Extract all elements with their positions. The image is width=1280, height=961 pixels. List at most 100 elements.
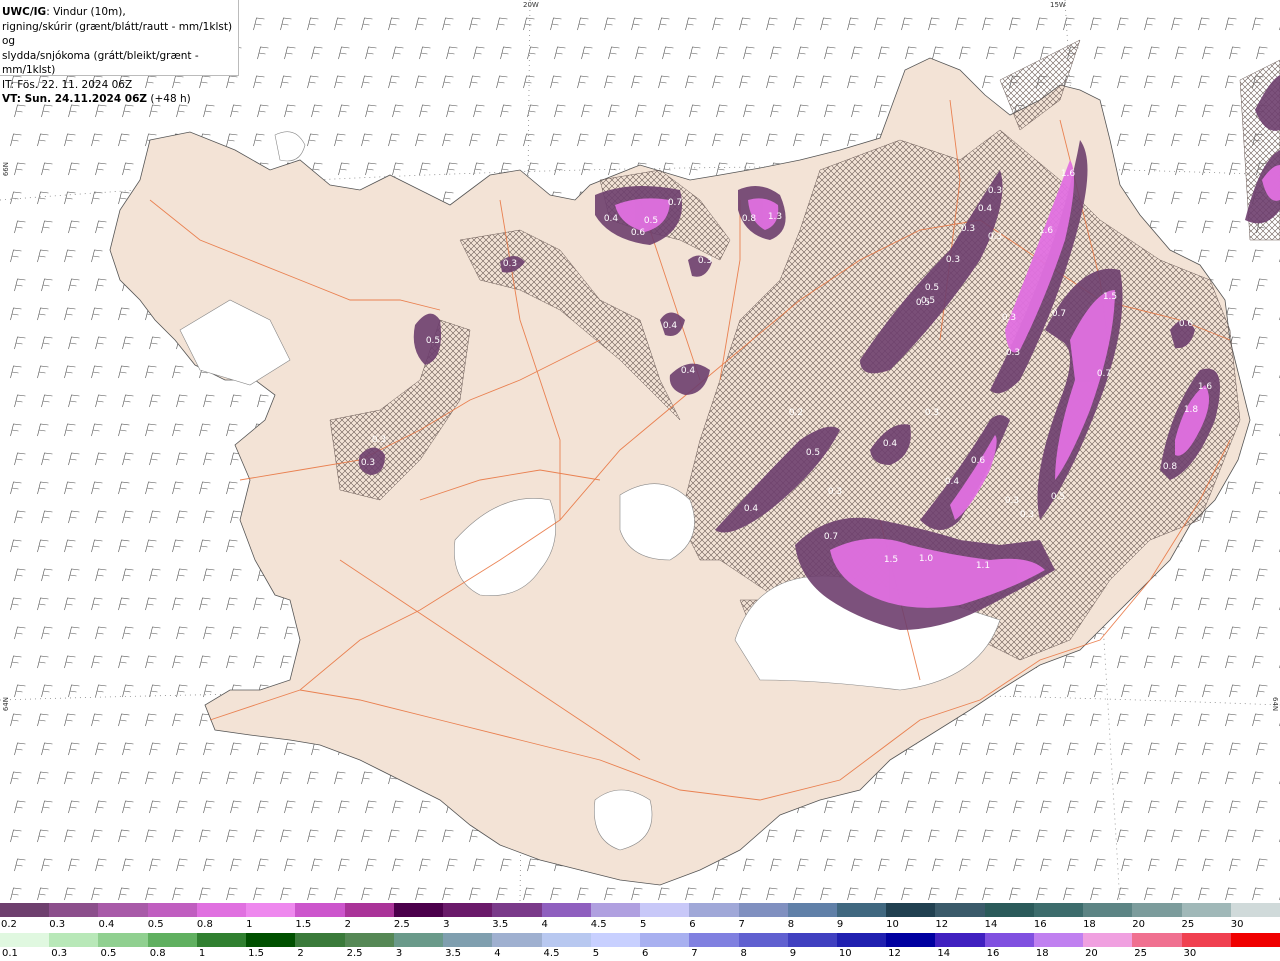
legend-swatch: [886, 903, 936, 917]
legend-swatch: [689, 933, 739, 947]
legend-swatch: [295, 903, 345, 917]
legend-swatch: [0, 903, 50, 917]
legend-label: 6: [642, 948, 649, 959]
valid-time: VT: Sun. 24.11.2024 06Z: [2, 93, 148, 105]
rain-color-scale: [0, 933, 1280, 947]
legend-swatch: [1033, 933, 1084, 947]
legend-swatch: [787, 933, 837, 947]
legend-swatch: [738, 903, 788, 917]
snow-value-label: 0.4: [663, 321, 678, 331]
legend-label: 0.4: [98, 919, 115, 930]
legend-swatch: [689, 903, 739, 917]
snow-value-label: 1.5: [884, 555, 898, 565]
legend-label: 2: [297, 948, 304, 959]
legend-label: 2.5: [346, 948, 363, 959]
snow-value-label: 1.6: [1039, 226, 1054, 236]
legend-swatch: [98, 903, 148, 917]
grid-label-20w: 20W: [523, 1, 539, 9]
legend-label: 18: [1083, 919, 1096, 930]
legend-label: 3: [443, 919, 450, 930]
snow-value-label: 0.4: [681, 366, 696, 376]
snow-value-label: 0.4: [744, 504, 759, 514]
legend-label: 16: [986, 948, 1000, 959]
legend-label: 3.5: [445, 948, 461, 959]
legend-label: 2: [344, 919, 351, 930]
legend-label: 30: [1230, 919, 1244, 930]
legend-swatch: [541, 903, 591, 917]
snow-value-label: 0.3: [1020, 510, 1034, 520]
legend-swatch: [787, 903, 837, 917]
legend-label: 18: [1035, 948, 1049, 959]
legend-swatch: [590, 933, 641, 947]
legend-label: 4.5: [543, 948, 560, 959]
snow-value-label: 1.6: [1061, 169, 1076, 179]
legend-swatch: [984, 903, 1034, 917]
legend-swatch: [1132, 903, 1182, 917]
snow-value-label: 0.4: [883, 439, 898, 449]
legend-label: 0.3: [49, 919, 66, 930]
legend-label: 0.2: [1, 919, 17, 930]
legend-label: 25: [1134, 948, 1148, 959]
snow-value-label: 0.5: [925, 283, 939, 293]
legend-swatch: [541, 933, 591, 947]
legend-label: 16: [1033, 919, 1047, 930]
legend-swatch: [196, 903, 247, 917]
legend-label: 9: [836, 919, 844, 930]
legend-label: 12: [888, 948, 901, 959]
legend-swatch: [492, 903, 542, 917]
legend-label: 0.1: [2, 948, 18, 959]
legend-swatch: [443, 933, 493, 947]
legend-label: 8: [787, 919, 795, 930]
snow-value-label: 0.5: [916, 298, 930, 308]
snow-value-label: 0.7: [1052, 309, 1066, 319]
legend-swatch: [393, 903, 444, 917]
header-line-2: rigning/skúrir (grænt/blátt/rautt - mm/1…: [2, 20, 233, 48]
legend-label: 7: [738, 919, 745, 930]
legend-swatch: [935, 903, 985, 917]
legend-label: 8: [740, 948, 747, 959]
header-line-5: VT: Sun. 24.11.2024 06Z (+48 h): [2, 92, 238, 107]
legend-label: 12: [935, 919, 949, 930]
snow-value-label: 0.3: [1002, 313, 1016, 323]
legend-label: 14: [984, 919, 998, 930]
legend-label: 4.5: [590, 919, 607, 930]
legend-swatch: [1181, 903, 1231, 917]
legend-label: 0.3: [51, 948, 68, 959]
snow-value-label: 0.3: [503, 259, 517, 269]
grid-label-15w: 15W: [1050, 1, 1066, 9]
legend-label: 5: [592, 948, 600, 959]
legend-swatch: [640, 903, 690, 917]
forecast-hour: (+48 h): [147, 93, 191, 105]
legend-swatch: [246, 933, 296, 947]
snow-value-label: 1.6: [1198, 382, 1213, 392]
snow-value-label: 0.7: [668, 198, 682, 208]
snow-value-label: 0.6: [1179, 319, 1194, 329]
snow-value-label: 0.3: [1006, 348, 1020, 358]
legend-label: 25: [1181, 919, 1195, 930]
legend-swatch: [246, 903, 296, 917]
legend-swatch: [1230, 933, 1280, 947]
legend-label: 14: [937, 948, 951, 959]
legend-label: 0.5: [147, 919, 164, 930]
grid-label-66n: 66N: [2, 162, 10, 177]
legend-label: 1.5: [248, 948, 265, 959]
snow-value-label: 0.4: [604, 214, 619, 224]
legend-label: 30: [1183, 948, 1197, 959]
legend-swatch: [984, 933, 1034, 947]
header-title: : Vindur (10m),: [46, 6, 126, 18]
legend-swatch: [49, 903, 99, 917]
snow-value-label: 1.8: [1184, 405, 1199, 415]
legend-label: 7: [691, 948, 698, 959]
legend-label: 20: [1085, 948, 1098, 959]
legend-swatch: [640, 933, 690, 947]
legend-swatch: [1083, 903, 1133, 917]
product-code: UWC/IG: [2, 6, 47, 18]
legend-label: 4: [541, 919, 548, 930]
snow-value-label: 0.3: [828, 487, 842, 497]
snow-value-label: 0.8: [742, 214, 757, 224]
legend-label: 1: [246, 919, 253, 930]
header-line-3: slydda/snjókoma (grátt/bleikt/grænt - mm…: [2, 49, 199, 77]
legend-swatch: [492, 933, 542, 947]
snow-value-label: 0.5: [1051, 492, 1065, 502]
legend-swatch: [443, 903, 493, 917]
